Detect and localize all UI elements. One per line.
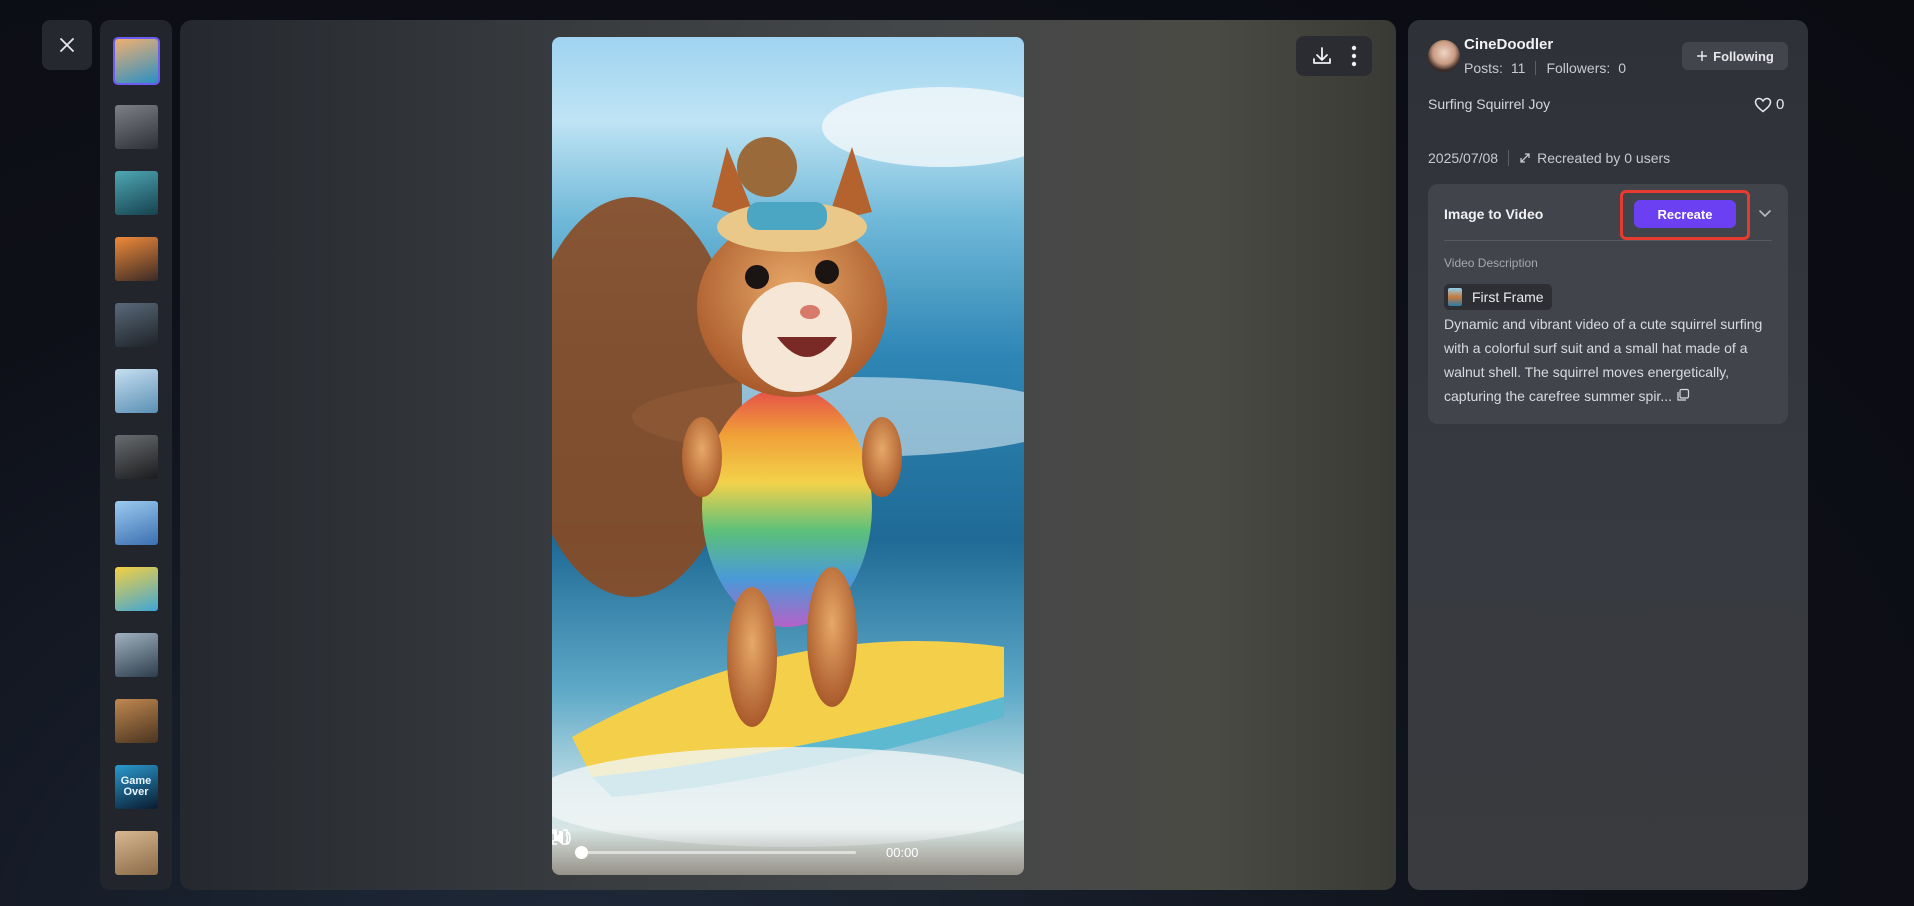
thumbnail-game-over[interactable]: Game Over (113, 763, 160, 811)
copy-button[interactable] (1676, 385, 1690, 409)
posts-count: 11 (1510, 60, 1526, 76)
video-frame-image (552, 87, 1024, 847)
thumbnail-image (114, 303, 158, 347)
thumbnail-image (114, 699, 158, 743)
more-vertical-icon (1351, 45, 1357, 67)
post-meta: 2025/07/08 Recreated by 0 users (1428, 150, 1670, 166)
close-icon (60, 38, 74, 52)
video-player[interactable]: 00:00 (552, 37, 1024, 875)
thumbnail-image (114, 633, 158, 677)
thumbnail-image (114, 831, 158, 875)
card-divider (1444, 240, 1772, 241)
thumbnail-blue-spirit[interactable] (113, 499, 160, 547)
posts-label: Posts: (1464, 60, 1503, 76)
thumbnail-image (114, 435, 158, 479)
top-actions (1296, 36, 1372, 76)
like-button[interactable]: 0 (1754, 96, 1784, 113)
likes-count: 0 (1776, 96, 1785, 113)
thumbnail-image (114, 501, 158, 545)
card-title: Image to Video (1444, 206, 1544, 222)
player-panel: 00:00 (180, 20, 1396, 890)
progress-handle[interactable] (575, 845, 588, 859)
following-label: Following (1713, 48, 1774, 64)
thumbnail-underwater-creature[interactable] (113, 169, 160, 217)
thumbnail-image (114, 39, 158, 83)
thumbnail-image (114, 237, 158, 281)
video-description-text: Dynamic and vibrant video of a cute squi… (1444, 316, 1763, 404)
thumbnail-rail: Game Over (100, 20, 172, 890)
progress-bar[interactable] (575, 845, 856, 859)
post-title: Surfing Squirrel Joy (1428, 96, 1551, 112)
thumbnail-image (114, 171, 158, 215)
author-name[interactable]: CineDoodler (1464, 36, 1553, 53)
thumbnail-image (114, 567, 158, 611)
thumbnail-warm-scene[interactable] (113, 697, 160, 745)
thumbnail-yellow-float[interactable] (113, 565, 160, 613)
thumbnail-ice-animal[interactable] (113, 367, 160, 415)
stats-divider (1535, 61, 1537, 75)
following-button[interactable]: Following (1682, 42, 1788, 70)
first-frame-label: First Frame (1472, 289, 1544, 305)
thumbnail-fire-dragon[interactable] (113, 235, 160, 283)
thumbnail-kitten[interactable] (113, 829, 160, 877)
download-icon (1313, 47, 1331, 64)
fullscreen-icon (552, 829, 568, 845)
recreated-count: Recreated by 0 users (1537, 150, 1671, 166)
plus-icon (1697, 51, 1708, 61)
video-time: 00:00 (886, 844, 919, 860)
recreate-icon (1520, 153, 1530, 163)
recreate-button[interactable]: Recreate (1634, 200, 1736, 228)
copy-icon (1677, 389, 1690, 401)
first-frame-thumbnail (1448, 288, 1462, 306)
post-date: 2025/07/08 (1428, 150, 1499, 166)
download-button[interactable] (1311, 45, 1333, 67)
video-description-label: Video Description (1444, 256, 1538, 270)
first-frame-chip[interactable]: First Frame (1444, 284, 1552, 310)
more-options-button[interactable] (1351, 45, 1357, 67)
thumbnail-squirrel-surfing[interactable] (112, 37, 160, 85)
info-panel: CineDoodler Posts: 11 Followers: 0 Follo… (1408, 20, 1808, 890)
thumbnail-image: Game Over (114, 765, 158, 809)
page: Game Over 00:00 CineDoodler Posts: 11 Fo… (0, 0, 1914, 906)
author-stats: Posts: 11 Followers: 0 (1464, 60, 1626, 76)
chevron-down-icon (1759, 210, 1771, 218)
video-controls: 00:00 (552, 829, 1024, 875)
followers-count: 0 (1618, 60, 1627, 76)
thumbnail-dark-figure[interactable] (113, 301, 160, 349)
expand-button[interactable] (1758, 206, 1772, 224)
close-button[interactable] (42, 20, 92, 70)
thumbnail-armored-figure[interactable] (113, 433, 160, 481)
author-avatar[interactable] (1428, 40, 1460, 72)
thumbnail-office-cat[interactable] (113, 631, 160, 679)
meta-divider (1508, 150, 1510, 166)
video-description: Dynamic and vibrant video of a cute squi… (1444, 312, 1778, 409)
generation-card: Image to Video Recreate Video Descriptio… (1428, 184, 1788, 424)
heart-icon (1754, 97, 1772, 112)
thumbnail-image (114, 369, 158, 413)
followers-label: Followers: (1546, 60, 1611, 76)
thumbnail-image (114, 105, 158, 149)
thumbnail-dark-battle[interactable] (113, 103, 160, 151)
